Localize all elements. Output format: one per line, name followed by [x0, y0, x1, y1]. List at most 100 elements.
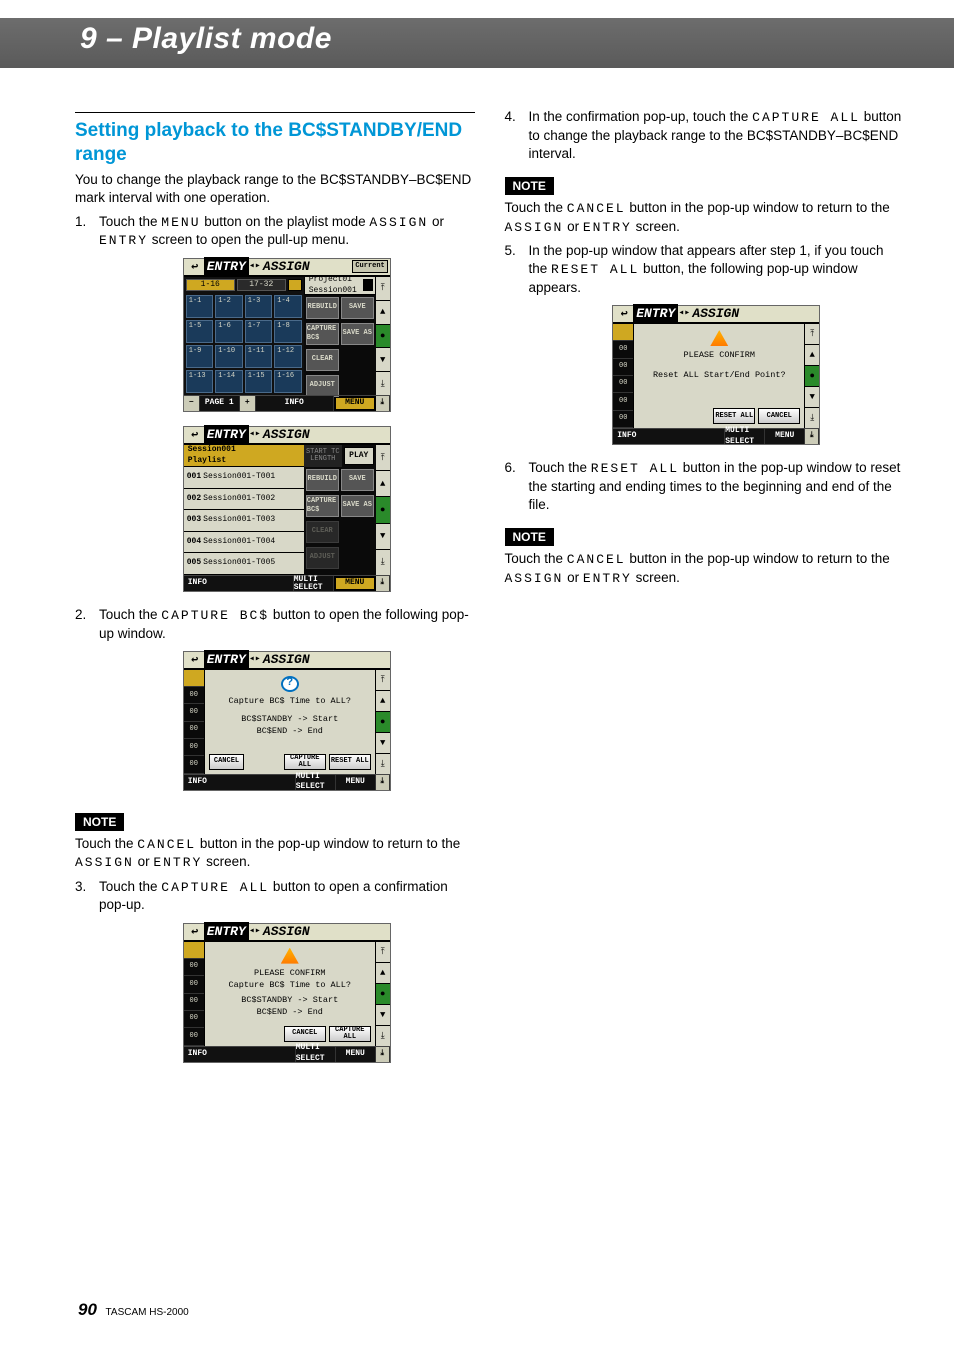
strip-cell: 00: [184, 756, 204, 773]
assign-cell[interactable]: 1-11: [245, 345, 273, 368]
scroll-bottom-icon[interactable]: ⤓: [376, 1026, 390, 1046]
scroll-bottom-corner-icon[interactable]: ⤓: [376, 576, 390, 591]
list-item[interactable]: 002Session001-T002: [184, 489, 304, 511]
tab-17-32[interactable]: 17-32: [237, 279, 286, 291]
scroll-down-icon[interactable]: ▼: [376, 1005, 390, 1026]
scroll-up-icon[interactable]: ▲: [376, 301, 390, 325]
menu-save-as[interactable]: SAVE AS: [341, 495, 374, 517]
scroll-up-icon[interactable]: ▲: [376, 691, 390, 712]
multi-select-button[interactable]: MULTI SELECT: [296, 1047, 336, 1062]
menu-button[interactable]: MENU: [336, 775, 376, 790]
menu-save-as[interactable]: SAVE AS: [341, 323, 374, 345]
menu-rebuild[interactable]: REBUILD: [306, 469, 339, 491]
list-item[interactable]: 005Session001-T005: [184, 553, 304, 575]
menu-button[interactable]: MENU: [335, 397, 375, 410]
menu-capture-bc[interactable]: CAPTURE BC$: [306, 495, 339, 517]
popup-cancel-button[interactable]: CANCEL: [209, 754, 245, 770]
menu-button[interactable]: MENU: [335, 577, 375, 590]
entry-list: 001Session001-T001 002Session001-T002 00…: [184, 467, 304, 575]
scroll-bottom-corner-icon[interactable]: ⤓: [376, 1047, 390, 1062]
osd-entry: ENTRY: [99, 233, 148, 248]
list-item[interactable]: 001Session001-T001: [184, 467, 304, 489]
assign-cell[interactable]: 1-5: [186, 320, 214, 343]
scroll-bottom-icon[interactable]: ⤓: [376, 550, 390, 575]
assign-cell[interactable]: 1-3: [245, 295, 273, 318]
assign-cell[interactable]: 1-9: [186, 345, 214, 368]
scroll-bottom-corner-icon[interactable]: ⤓: [805, 429, 819, 444]
lcd-bottom-bar: INFO MULTI SELECT MENU ⤓: [184, 575, 390, 591]
popup-body: PLEASE CONFIRM Reset ALL Start/End Point…: [633, 324, 805, 428]
assign-cell[interactable]: 1-4: [274, 295, 302, 318]
scroll-bottom-icon[interactable]: ⤓: [805, 408, 819, 428]
assign-cell[interactable]: 1-8: [274, 320, 302, 343]
scroll-top-icon[interactable]: ⤒: [805, 324, 819, 345]
scroll-track[interactable]: ●: [376, 984, 390, 1005]
scroll-up-icon[interactable]: ▲: [805, 345, 819, 366]
scroll-down-icon[interactable]: ▼: [805, 387, 819, 408]
play-button[interactable]: PLAY: [344, 447, 374, 465]
assign-menu-panel: Project01 Session001 REBUILD SAVE CAPTUR: [304, 277, 376, 395]
scroll-track[interactable]: ●: [376, 325, 390, 349]
menu-save[interactable]: SAVE: [341, 469, 374, 491]
info-button[interactable]: INFO: [184, 775, 296, 790]
assign-cell[interactable]: 1-2: [215, 295, 243, 318]
folder-icon[interactable]: [288, 279, 302, 291]
info-button[interactable]: INFO: [613, 429, 725, 444]
menu-button[interactable]: MENU: [765, 429, 805, 444]
multi-select-button[interactable]: MULTI SELECT: [725, 429, 765, 444]
scroll-track[interactable]: ●: [805, 366, 819, 387]
assign-cell[interactable]: 1-13: [186, 370, 214, 393]
screenshot-entry-menu: ↩ ENTRY ◂▸ ASSIGN Session001 Playlist: [183, 426, 391, 592]
menu-clear[interactable]: CLEAR: [306, 349, 339, 371]
multi-select-button[interactable]: MULTI SELECT: [296, 775, 336, 790]
scroll-down-icon[interactable]: ▼: [376, 524, 390, 550]
scroll-top-icon[interactable]: ⤒: [376, 277, 390, 301]
list-item[interactable]: 004Session001-T004: [184, 532, 304, 554]
popup-reset-all-button[interactable]: RESET ALL: [329, 754, 371, 770]
crumb-assign: ASSIGN: [261, 258, 312, 276]
assign-cell[interactable]: 1-15: [245, 370, 273, 393]
menu-capture-bc[interactable]: CAPTURE BC$: [306, 323, 339, 345]
popup-capture-all-button[interactable]: CAPTURE ALL: [329, 1026, 371, 1042]
scroll-up-icon[interactable]: ▲: [376, 963, 390, 984]
scroll-bottom-icon[interactable]: ⤓: [376, 754, 390, 774]
tab-1-16[interactable]: 1-16: [186, 279, 235, 291]
page-minus[interactable]: −: [184, 396, 200, 411]
list-item[interactable]: 003Session001-T003: [184, 510, 304, 532]
scroll-bottom-corner-icon[interactable]: ⤓: [376, 775, 390, 790]
menu-button[interactable]: MENU: [336, 1047, 376, 1062]
menu-save[interactable]: SAVE: [341, 297, 374, 319]
scroll-track[interactable]: ●: [376, 497, 390, 523]
assign-cell[interactable]: 1-12: [274, 345, 302, 368]
assign-cell[interactable]: 1-7: [245, 320, 273, 343]
scroll-bottom-corner-icon[interactable]: ⤓: [376, 396, 390, 411]
page-plus[interactable]: +: [240, 396, 256, 411]
assign-cell[interactable]: 1-6: [215, 320, 243, 343]
multi-select-button[interactable]: MULTI SELECT: [294, 576, 334, 591]
scroll-down-icon[interactable]: ▼: [376, 733, 390, 754]
osd-menu: MENU: [161, 215, 200, 230]
crumb-entry: ENTRY: [204, 922, 249, 942]
scroll-top-icon[interactable]: ⤒: [376, 445, 390, 471]
scroll-bottom-icon[interactable]: ⤓: [376, 372, 390, 395]
scroll-down-icon[interactable]: ▼: [376, 348, 390, 372]
assign-cell[interactable]: 1-10: [215, 345, 243, 368]
menu-adjust[interactable]: ADJUST: [306, 375, 339, 397]
assign-cell[interactable]: 1-16: [274, 370, 302, 393]
info-button[interactable]: INFO: [256, 396, 334, 411]
assign-cell[interactable]: 1-1: [186, 295, 214, 318]
popup-reset-all-button[interactable]: RESET ALL: [713, 408, 755, 424]
popup-line: Capture BC$ Time to ALL?: [229, 980, 351, 992]
popup-cancel-button[interactable]: CANCEL: [284, 1026, 326, 1042]
strip-cell: 00: [613, 393, 633, 410]
popup-capture-all-button[interactable]: CAPTURE ALL: [284, 754, 326, 770]
popup-cancel-button[interactable]: CANCEL: [758, 408, 800, 424]
scroll-up-icon[interactable]: ▲: [376, 471, 390, 497]
scroll-top-icon[interactable]: ⤒: [376, 670, 390, 691]
scroll-top-icon[interactable]: ⤒: [376, 942, 390, 963]
scroll-track[interactable]: ●: [376, 712, 390, 733]
assign-cell[interactable]: 1-14: [215, 370, 243, 393]
info-button[interactable]: INFO: [184, 576, 294, 591]
menu-rebuild[interactable]: REBUILD: [306, 297, 339, 319]
info-button[interactable]: INFO: [184, 1047, 296, 1062]
